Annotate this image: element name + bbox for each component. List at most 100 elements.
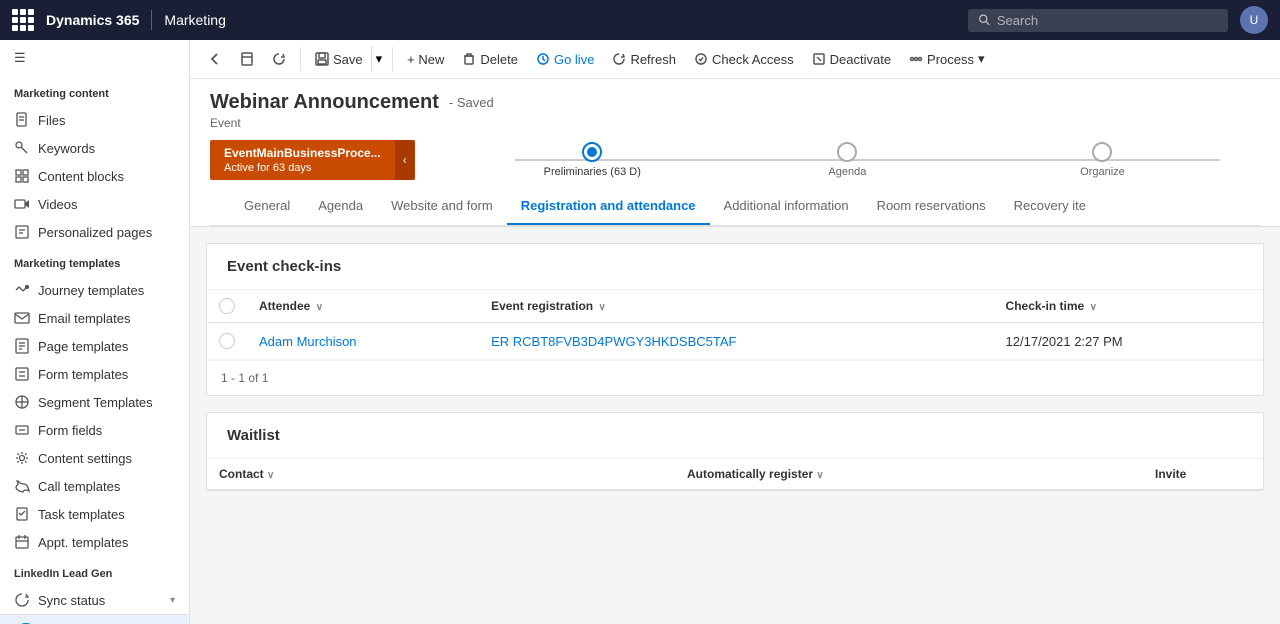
tab-agenda[interactable]: Agenda bbox=[304, 188, 377, 225]
hamburger-icon[interactable]: ☰ bbox=[0, 40, 189, 76]
process-dropdown-icon: ▾ bbox=[978, 51, 985, 67]
bookmark-button[interactable] bbox=[232, 47, 262, 71]
save-button[interactable]: Save bbox=[307, 47, 371, 72]
row-checkbox-cell bbox=[207, 323, 247, 360]
linkedin-section: LinkedIn Lead Gen bbox=[0, 556, 189, 586]
page-title: Webinar Announcement bbox=[210, 91, 439, 114]
attendee-cell[interactable]: Adam Murchison bbox=[247, 323, 479, 360]
tab-registration[interactable]: Registration and attendance bbox=[507, 188, 710, 225]
sidebar-item-sync-status[interactable]: Sync status ▾ bbox=[0, 586, 189, 614]
checkin-time-sort-icon: ∨ bbox=[1090, 302, 1097, 313]
active-stage[interactable]: EventMainBusinessProce... Active for 63 … bbox=[210, 140, 415, 180]
search-input[interactable] bbox=[997, 13, 1218, 28]
waitlist-auto-reg-col[interactable]: Automatically register ∨ bbox=[675, 459, 1143, 489]
form-templates-label: Form templates bbox=[38, 367, 128, 382]
user-avatar[interactable]: U bbox=[1240, 6, 1268, 34]
page-header: Webinar Announcement - Saved Event Event… bbox=[190, 79, 1280, 227]
contact-sort-icon: ∨ bbox=[267, 470, 274, 481]
sidebar-item-videos[interactable]: Videos bbox=[0, 190, 189, 218]
select-all-checkbox[interactable] bbox=[219, 298, 235, 314]
sidebar-item-keywords[interactable]: Keywords bbox=[0, 134, 189, 162]
marketing-content-section: Marketing content bbox=[0, 76, 189, 106]
search-icon bbox=[978, 13, 991, 27]
tab-bar: General Agenda Website and form Registra… bbox=[210, 188, 1260, 226]
deactivate-button[interactable]: Deactivate bbox=[804, 47, 899, 72]
email-templates-label: Email templates bbox=[38, 311, 130, 326]
refresh-button[interactable]: Refresh bbox=[604, 47, 684, 72]
sidebar-item-content-settings[interactable]: Content settings bbox=[0, 444, 189, 472]
event-reg-cell[interactable]: ER RCBT8FVB3D4PWGY3HKDSBC5TAF bbox=[479, 323, 993, 360]
refresh-small-button[interactable] bbox=[264, 47, 294, 71]
page-templates-label: Page templates bbox=[38, 339, 128, 354]
segment-templates-label: Segment Templates bbox=[38, 395, 153, 410]
tab-website-form[interactable]: Website and form bbox=[377, 188, 507, 225]
event-reg-col[interactable]: Event registration ∨ bbox=[479, 290, 993, 323]
sidebar-item-call-templates[interactable]: Call templates bbox=[0, 472, 189, 500]
email-icon bbox=[14, 310, 30, 326]
appt-icon bbox=[14, 534, 30, 550]
sidebar-item-content-blocks[interactable]: Content blocks bbox=[0, 162, 189, 190]
sidebar-item-email-templates[interactable]: Email templates bbox=[0, 304, 189, 332]
sidebar-item-page-templates[interactable]: Page templates bbox=[0, 332, 189, 360]
sidebar-item-form-fields[interactable]: Form fields bbox=[0, 416, 189, 444]
process-label: Process bbox=[927, 52, 974, 67]
sidebar-item-personalized-pages[interactable]: Personalized pages bbox=[0, 218, 189, 246]
back-button[interactable] bbox=[200, 47, 230, 71]
toolbar-divider-1 bbox=[300, 47, 301, 71]
keywords-label: Keywords bbox=[38, 141, 95, 156]
go-live-label: Go live bbox=[554, 52, 594, 67]
tab-additional-info[interactable]: Additional information bbox=[710, 188, 863, 225]
bookmark-icon bbox=[240, 52, 254, 66]
keywords-icon bbox=[14, 140, 30, 156]
journey-templates-label: Journey templates bbox=[38, 283, 144, 298]
page-templates-icon bbox=[14, 338, 30, 354]
marketing-templates-section: Marketing templates bbox=[0, 246, 189, 276]
sidebar-item-journey-templates[interactable]: Journey templates bbox=[0, 276, 189, 304]
process-bar: Preliminaries (63 D) Agenda Organize bbox=[435, 142, 1260, 178]
save-group: Save ▾ bbox=[307, 46, 386, 72]
sidebar-item-segment-templates[interactable]: Segment Templates bbox=[0, 388, 189, 416]
checkin-time-col-label: Check-in time bbox=[1006, 299, 1085, 313]
refresh-label: Refresh bbox=[630, 52, 676, 67]
checkin-time-col[interactable]: Check-in time ∨ bbox=[994, 290, 1263, 323]
attendee-col[interactable]: Attendee ∨ bbox=[247, 290, 479, 323]
stage-collapse-btn[interactable]: ‹ bbox=[395, 140, 415, 180]
sidebar-item-form-templates[interactable]: Form templates bbox=[0, 360, 189, 388]
waitlist-invite-col: Invite bbox=[1143, 459, 1263, 489]
row-checkbox[interactable] bbox=[219, 333, 235, 349]
step-2-circle bbox=[837, 142, 857, 162]
delete-button[interactable]: Delete bbox=[454, 47, 526, 72]
process-step-1: Preliminaries (63 D) bbox=[465, 142, 720, 178]
sidebar-item-appt-templates[interactable]: Appt. templates bbox=[0, 528, 189, 556]
journey-icon bbox=[14, 282, 30, 298]
delete-icon bbox=[462, 52, 476, 66]
nav-divider bbox=[151, 10, 152, 30]
invite-col-label: Invite bbox=[1155, 467, 1186, 481]
sidebar-item-task-templates[interactable]: Task templates bbox=[0, 500, 189, 528]
toolbar-divider-2 bbox=[392, 47, 393, 71]
check-access-button[interactable]: Check Access bbox=[686, 47, 802, 72]
saved-badge: - Saved bbox=[449, 95, 494, 110]
process-button[interactable]: Process ▾ bbox=[901, 46, 993, 72]
go-live-button[interactable]: Go live bbox=[528, 47, 602, 72]
checkin-time-cell: 12/17/2021 2:27 PM bbox=[994, 323, 1263, 360]
check-access-icon bbox=[694, 52, 708, 66]
waitlist-contact-col[interactable]: Contact ∨ bbox=[207, 459, 675, 489]
event-reg-sort-icon: ∨ bbox=[598, 302, 605, 313]
search-box[interactable] bbox=[968, 9, 1228, 32]
tab-recovery[interactable]: Recovery ite bbox=[1000, 188, 1100, 225]
event-checkins-header: Event check-ins bbox=[207, 244, 1263, 290]
save-dropdown[interactable]: ▾ bbox=[371, 46, 387, 72]
sidebar-item-files[interactable]: Files bbox=[0, 106, 189, 134]
waffle-menu[interactable] bbox=[12, 9, 34, 31]
step-1-circle bbox=[582, 142, 602, 162]
tab-room-reservations[interactable]: Room reservations bbox=[863, 188, 1000, 225]
sidebar: ☰ Marketing content Files Keywords Conte… bbox=[0, 40, 190, 624]
new-button[interactable]: + New bbox=[399, 47, 452, 72]
event-checkins-card: Event check-ins Attendee ∨ bbox=[206, 243, 1264, 396]
videos-label: Videos bbox=[38, 197, 78, 212]
brand-name: Dynamics 365 bbox=[46, 12, 139, 28]
sidebar-user-area[interactable]: M Marketing ⌃ bbox=[0, 614, 189, 624]
tab-general[interactable]: General bbox=[230, 188, 304, 225]
attendee-sort-icon: ∨ bbox=[316, 302, 323, 313]
